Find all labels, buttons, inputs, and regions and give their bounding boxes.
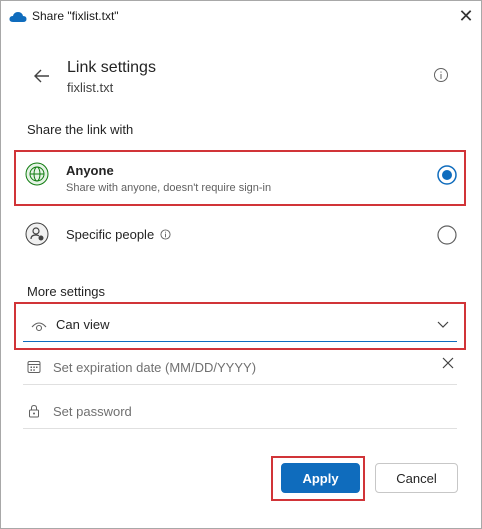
radio-anyone[interactable] bbox=[437, 165, 457, 185]
share-with-label: Share the link with bbox=[27, 122, 134, 137]
window-title: Share "fixlist.txt" bbox=[32, 9, 119, 23]
close-icon[interactable]: ✕ bbox=[456, 7, 476, 27]
expiration-date-field bbox=[23, 352, 457, 385]
option-specific-people-label: Specific people bbox=[66, 227, 155, 242]
permission-dropdown[interactable]: Can view bbox=[14, 302, 466, 350]
cancel-button[interactable]: Cancel bbox=[375, 463, 458, 493]
option-anyone-title: Anyone bbox=[66, 163, 114, 178]
lock-icon bbox=[29, 404, 39, 418]
calendar-icon bbox=[27, 361, 41, 373]
clear-icon[interactable] bbox=[441, 356, 455, 370]
title-bar: Share "fixlist.txt" ✕ bbox=[1, 1, 481, 31]
info-icon[interactable] bbox=[433, 67, 449, 83]
share-dialog: Share "fixlist.txt" ✕ Link settings fixl… bbox=[0, 0, 482, 529]
apply-button[interactable]: Apply bbox=[281, 463, 360, 493]
permission-select[interactable]: Can view bbox=[23, 311, 457, 342]
back-arrow-icon[interactable] bbox=[31, 65, 53, 87]
page-title: Link settings bbox=[67, 59, 156, 76]
people-settings-icon bbox=[25, 222, 49, 246]
info-icon[interactable] bbox=[160, 229, 171, 240]
globe-icon bbox=[25, 162, 49, 186]
expiration-date-input[interactable] bbox=[53, 356, 423, 378]
password-field bbox=[23, 396, 457, 429]
more-settings-label: More settings bbox=[27, 284, 106, 299]
option-specific-people[interactable]: Specific people bbox=[15, 211, 465, 263]
file-name: fixlist.txt bbox=[67, 80, 114, 95]
eye-icon bbox=[31, 322, 47, 332]
option-specific-people-title: Specific people bbox=[66, 227, 171, 242]
chevron-down-icon[interactable] bbox=[437, 321, 449, 329]
permission-value: Can view bbox=[56, 317, 110, 332]
radio-specific-people[interactable] bbox=[437, 225, 457, 245]
option-anyone-description: Share with anyone, doesn't require sign-… bbox=[66, 182, 272, 194]
password-input[interactable] bbox=[53, 400, 423, 422]
option-anyone[interactable]: Anyone Share with anyone, doesn't requir… bbox=[14, 150, 466, 206]
onedrive-cloud-icon bbox=[9, 12, 27, 22]
